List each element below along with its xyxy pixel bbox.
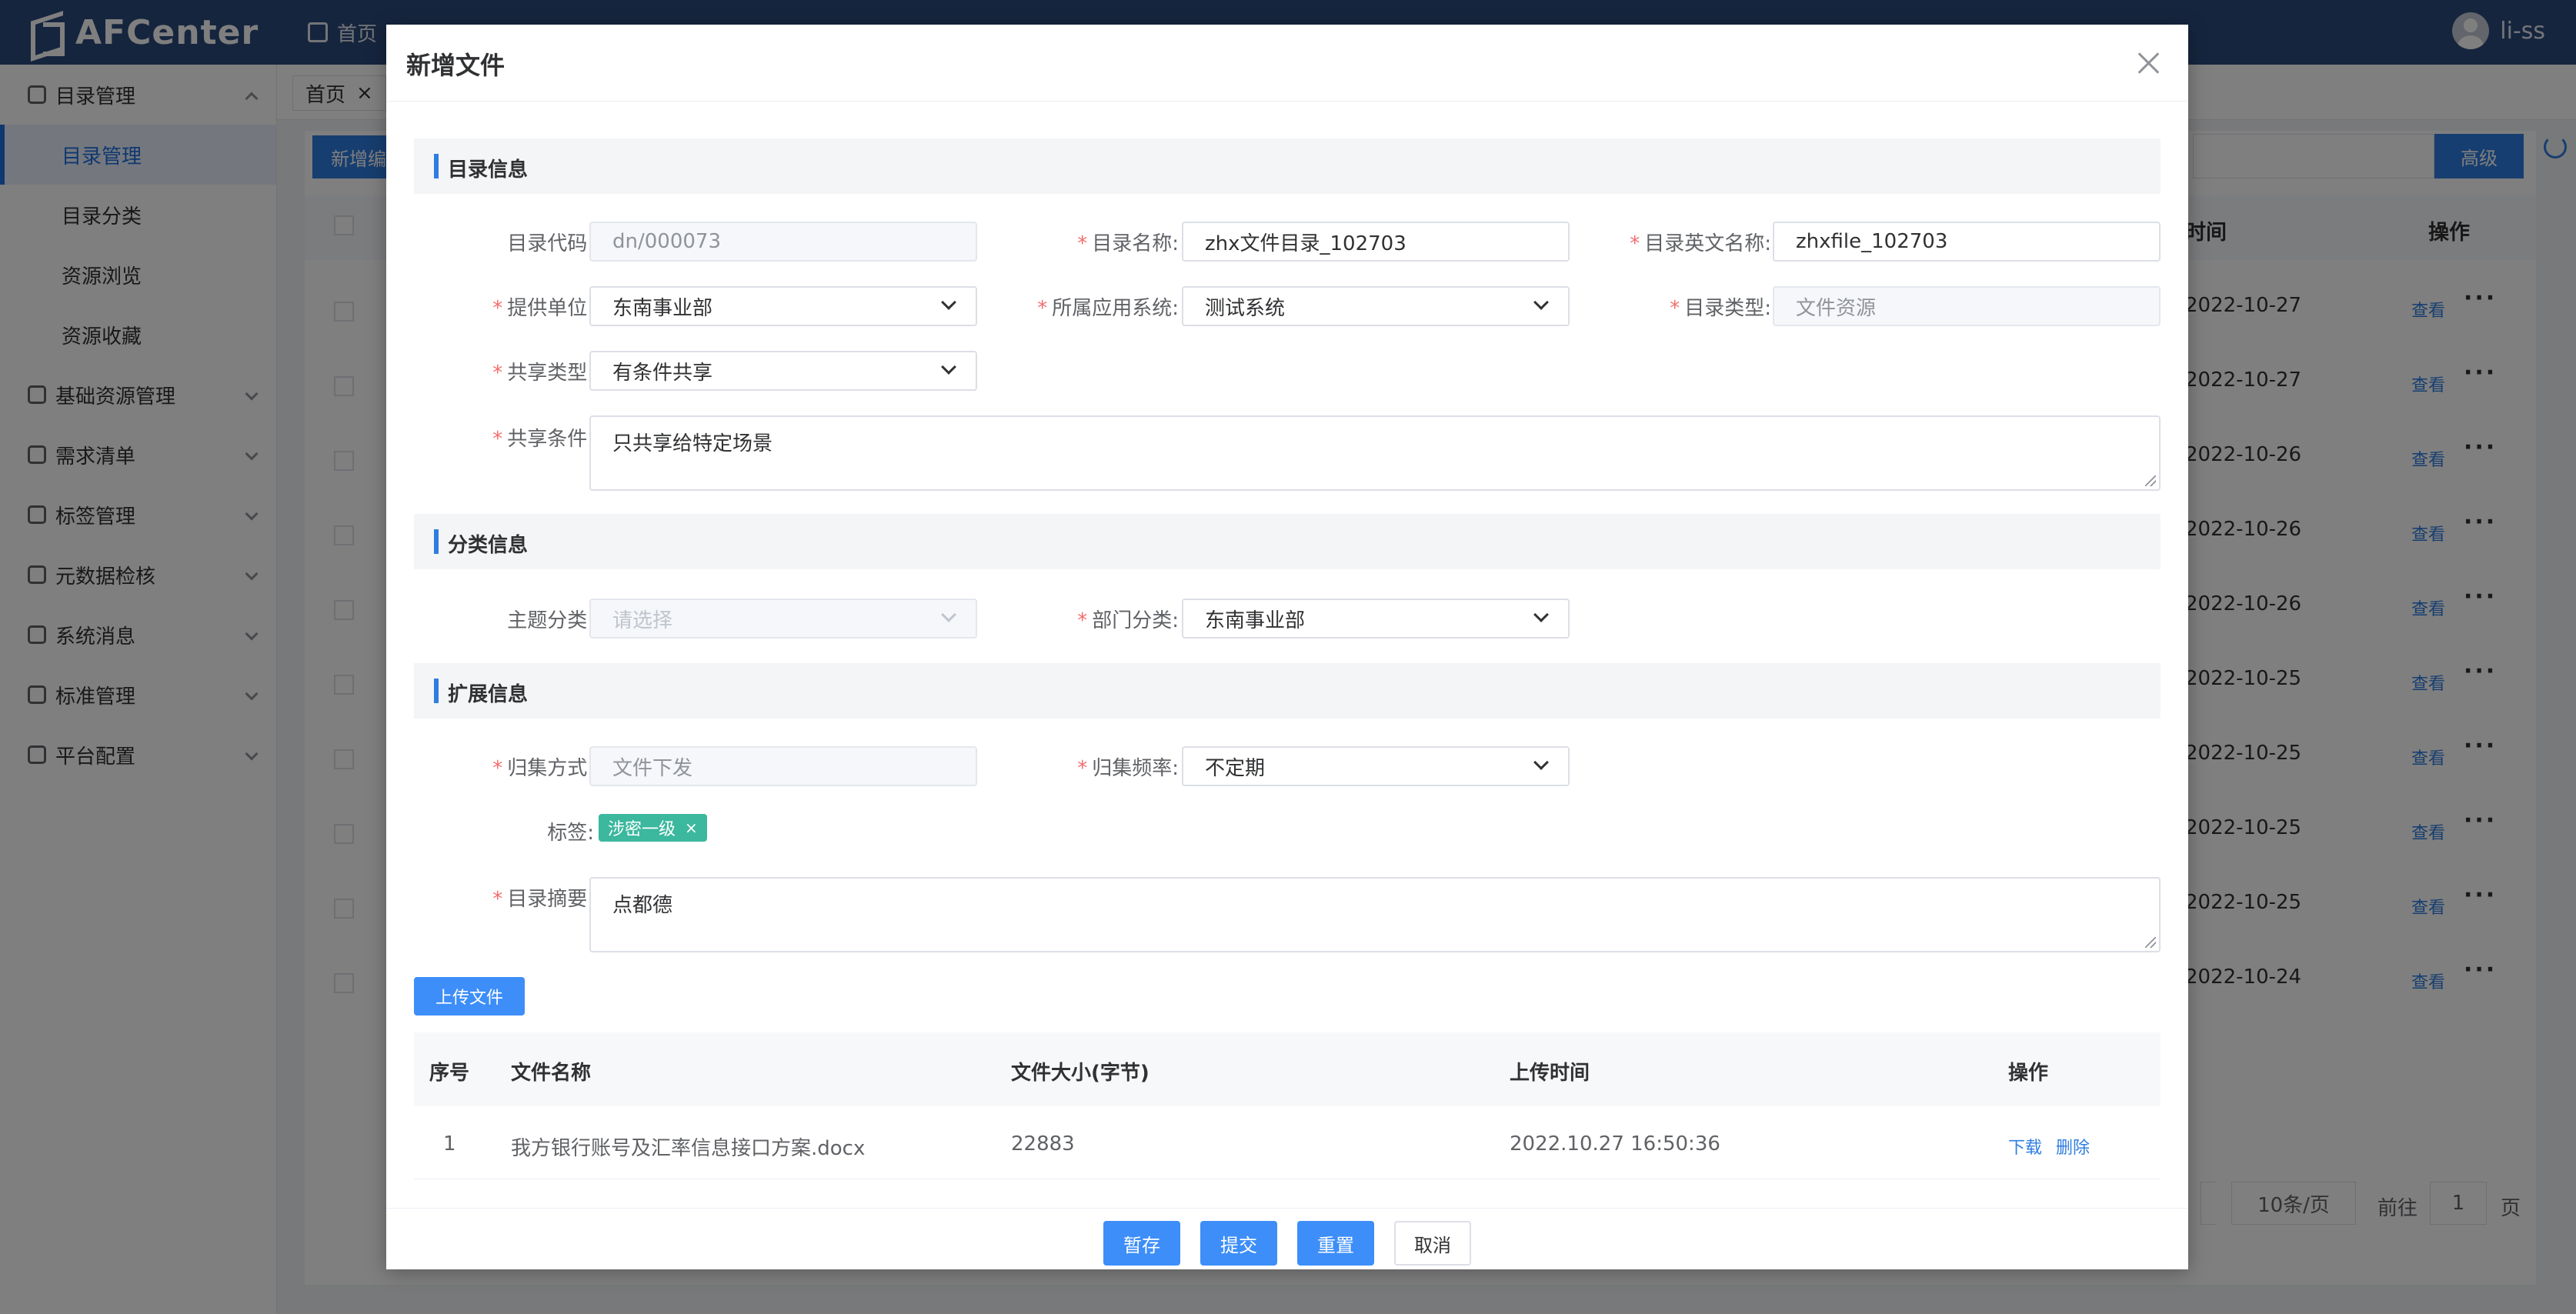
- save-draft-button[interactable]: 暂存: [1103, 1221, 1180, 1266]
- upload-file-button[interactable]: 上传文件: [414, 977, 525, 1016]
- provider-select[interactable]: 东南事业部: [589, 286, 977, 326]
- name-label: * 目录名称:: [1077, 232, 1179, 255]
- row-file-name: 我方银行账号及汇率信息接口方案.docx: [511, 1137, 866, 1160]
- row-upload-time: 2022.10.27 16:50:36: [1510, 1132, 1720, 1156]
- row-index: 1: [443, 1132, 456, 1156]
- section-classify-info: 分类信息: [414, 514, 2161, 569]
- section-extend-info: 扩展信息: [414, 663, 2161, 719]
- share-type-select[interactable]: 有条件共享: [589, 351, 977, 391]
- dialog-body: 目录信息 目录代码: dn/000073 * 目录名称: zhx文件目录_1027…: [386, 102, 2188, 1208]
- subject-label: 主题分类:: [507, 609, 594, 632]
- share-cond-textarea[interactable]: 只共享给特定场景: [589, 415, 2161, 491]
- section-title: 扩展信息: [448, 683, 529, 706]
- chevron-down-icon: [1533, 607, 1549, 622]
- summary-label: * 目录摘要:: [492, 888, 594, 911]
- submit-button[interactable]: 提交: [1200, 1221, 1277, 1266]
- tag-close-icon[interactable]: ×: [685, 819, 698, 837]
- provider-label: * 提供单位:: [492, 297, 594, 320]
- chevron-down-icon: [941, 295, 956, 310]
- chevron-down-icon: [941, 359, 956, 375]
- en-name-label: * 目录英文名称:: [1630, 232, 1771, 255]
- code-label: 目录代码:: [507, 232, 594, 255]
- col-file-ops: 操作: [2008, 1062, 2049, 1085]
- catalog-type-label: * 目录类型:: [1670, 297, 1771, 320]
- cancel-button[interactable]: 取消: [1394, 1221, 1471, 1266]
- tag-chip[interactable]: 涉密一级 ×: [599, 814, 707, 842]
- name-input[interactable]: zhx文件目录_102703: [1182, 222, 1570, 262]
- col-index: 序号: [429, 1062, 470, 1085]
- delete-link[interactable]: 删除: [2056, 1134, 2090, 1159]
- dept-label: * 部门分类:: [1077, 609, 1179, 632]
- reset-button[interactable]: 重置: [1297, 1221, 1374, 1266]
- col-upload-time: 上传时间: [1510, 1062, 1590, 1085]
- chevron-down-icon: [1533, 755, 1549, 770]
- dialog-footer: 暂存 提交 重置 取消: [386, 1208, 2188, 1269]
- code-input[interactable]: dn/000073: [589, 222, 977, 262]
- en-name-input[interactable]: zhxfile_102703: [1773, 222, 2161, 262]
- app-system-select[interactable]: 测试系统: [1182, 286, 1570, 326]
- section-title: 分类信息: [448, 534, 529, 557]
- collect-freq-label: * 归集频率:: [1077, 757, 1179, 780]
- share-cond-label: * 共享条件:: [492, 428, 594, 451]
- new-file-dialog: 新增文件 目录信息 目录代码: dn/000073 * 目录名称: zhx文件目录…: [386, 25, 2188, 1269]
- collect-mode-input[interactable]: 文件下发: [589, 746, 977, 786]
- resize-handle-icon[interactable]: [2145, 937, 2156, 948]
- col-file-name: 文件名称: [511, 1062, 592, 1085]
- dept-select[interactable]: 东南事业部: [1182, 599, 1570, 639]
- dialog-title: 新增文件: [406, 51, 506, 80]
- chevron-down-icon: [941, 607, 956, 622]
- section-catalog-info: 目录信息: [414, 138, 2161, 194]
- row-file-size: 22883: [1011, 1132, 1075, 1156]
- summary-textarea[interactable]: 点都德: [589, 877, 2161, 952]
- tags-label: 标签:: [547, 822, 594, 845]
- app-system-label: * 所属应用系统:: [1037, 297, 1179, 320]
- section-title: 目录信息: [448, 158, 529, 182]
- col-file-size: 文件大小(字节): [1011, 1062, 1150, 1085]
- catalog-type-input[interactable]: 文件资源: [1773, 286, 2161, 326]
- file-table-header: [414, 1032, 2161, 1106]
- chevron-down-icon: [1533, 295, 1549, 310]
- download-link[interactable]: 下载: [2008, 1134, 2042, 1159]
- close-icon[interactable]: [2134, 49, 2162, 77]
- dialog-header: 新增文件: [386, 25, 2188, 102]
- share-type-label: * 共享类型:: [492, 362, 594, 385]
- subject-select[interactable]: 请选择: [589, 599, 977, 639]
- collect-freq-select[interactable]: 不定期: [1182, 746, 1570, 786]
- resize-handle-icon[interactable]: [2145, 475, 2156, 486]
- collect-mode-label: * 归集方式:: [492, 757, 594, 780]
